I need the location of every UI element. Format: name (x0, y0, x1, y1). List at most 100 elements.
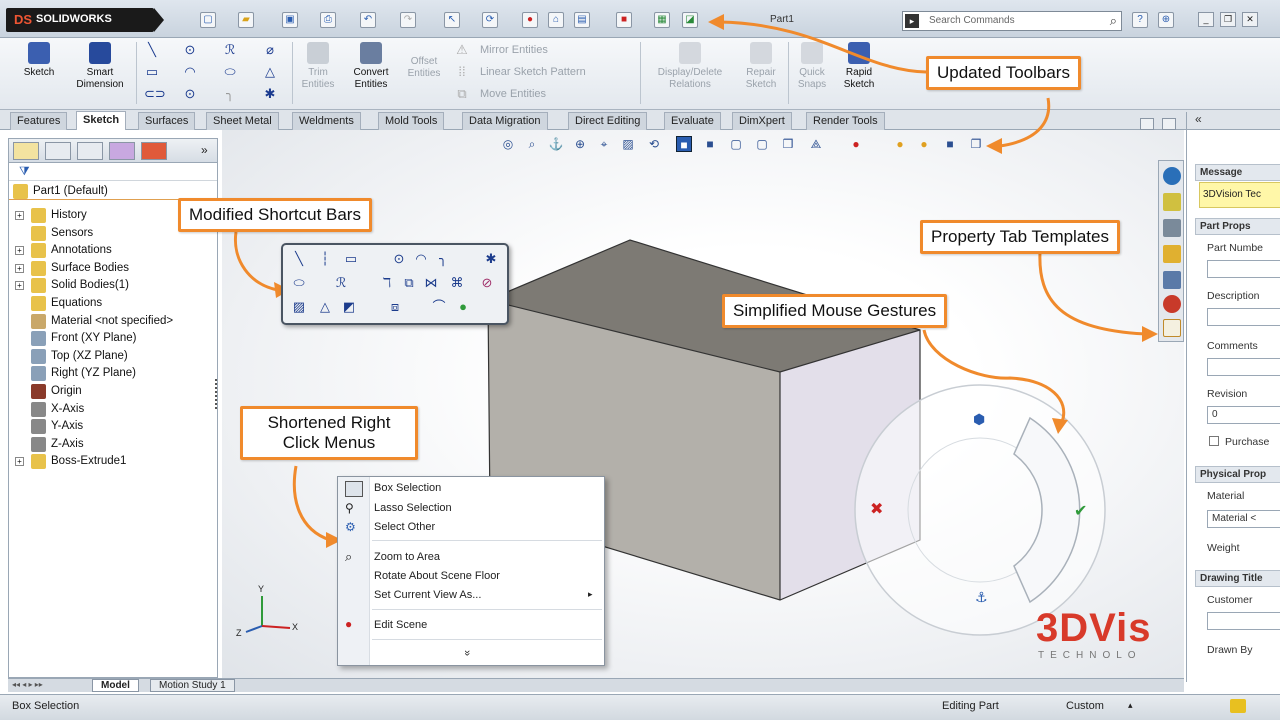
polygon-icon[interactable]: △ (317, 299, 333, 315)
tab-motion-study[interactable]: Motion Study 1 (150, 679, 235, 692)
viewport-close-icon[interactable] (1162, 118, 1176, 130)
dimxpertmanager-tab-icon[interactable] (109, 142, 135, 160)
view-cube-icon[interactable]: ⬢ (973, 412, 985, 428)
purchased-label: Purchase (1225, 436, 1270, 448)
design-library-icon[interactable] (1163, 193, 1181, 211)
arrow-updated-toolbars-2 (999, 97, 1051, 148)
rotate-icon[interactable]: ⟲ (646, 136, 662, 152)
centerline-icon[interactable]: ┆ (317, 251, 333, 267)
menu-item-zoom-to-area[interactable]: Zoom to Area (374, 551, 440, 563)
part-props-header: Part Props (1195, 218, 1280, 235)
view-palette-icon[interactable] (1163, 271, 1181, 289)
scene-icon[interactable]: ● (892, 136, 908, 152)
expand-icon[interactable]: + (15, 263, 24, 273)
status-mode: Editing Part (942, 700, 999, 712)
menu-item-set-current-view[interactable]: Set Current View As... (374, 589, 481, 601)
circle-icon[interactable]: ⊙ (391, 251, 407, 267)
expand-icon[interactable]: + (15, 246, 24, 256)
description-field[interactable] (1207, 308, 1280, 326)
filter-row[interactable]: ⧩ (9, 163, 217, 181)
viewport-restore-icon[interactable] (1140, 118, 1154, 130)
propertymanager-tab-icon[interactable] (45, 142, 71, 160)
origin-icon (31, 384, 46, 399)
realview-icon[interactable]: ● (916, 136, 932, 152)
spline-icon[interactable]: ℛ (333, 275, 349, 291)
convert-icon[interactable]: ⧉ (401, 275, 417, 291)
display-style-icon[interactable]: ❒ (780, 136, 796, 152)
zoom-icon[interactable]: ⌖ (596, 136, 612, 152)
view-orientation-icon[interactable]: ▨ (620, 136, 636, 152)
appearances-icon[interactable] (1163, 295, 1181, 313)
point-icon[interactable]: ✱ (483, 251, 499, 267)
sketch-picture-icon[interactable]: ▨ (291, 299, 307, 315)
shaded-edges-icon[interactable]: ■ (676, 136, 692, 152)
cancel-x-icon[interactable]: ✖ (870, 499, 883, 518)
smart-dim-icon[interactable]: ◩ (341, 299, 357, 315)
slot-icon[interactable]: ⬭ (291, 275, 307, 291)
menu-item-edit-scene[interactable]: Edit Scene (374, 619, 427, 631)
menu-item-select-other[interactable]: Select Other (374, 521, 435, 533)
tangent-arc-icon[interactable]: ╮ (435, 251, 451, 267)
expand-icon[interactable]: + (15, 211, 24, 220)
tab-model[interactable]: Model (92, 679, 139, 692)
hidden-lines-icon[interactable]: ▢ (728, 136, 744, 152)
pattern-icon[interactable]: ⌘ (449, 275, 465, 291)
units-selector[interactable]: Custom (1066, 700, 1104, 712)
material-select[interactable]: Material < (1207, 510, 1280, 528)
customer-field[interactable] (1207, 612, 1280, 630)
appearance-icon[interactable]: ● (848, 136, 864, 152)
comments-field[interactable] (1207, 358, 1280, 376)
line-icon[interactable]: ╲ (291, 251, 307, 267)
section-view-icon[interactable]: ⊕ (572, 136, 588, 152)
trim-icon[interactable]: ℸ (379, 275, 395, 291)
triad-x-label: X (292, 622, 299, 632)
shadows-icon[interactable]: ■ (942, 136, 958, 152)
menu-item-rotate-scene-floor[interactable]: Rotate About Scene Floor (374, 570, 500, 582)
shaded-icon[interactable]: ■ (702, 136, 718, 152)
mirror-icon[interactable]: ⋈ (423, 275, 439, 291)
expand-tabs-icon[interactable]: » (201, 143, 208, 157)
custom-properties-icon[interactable] (1163, 319, 1181, 337)
configurationmanager-tab-icon[interactable] (77, 142, 103, 160)
relations-icon[interactable]: ⊘ (479, 275, 495, 291)
expand-icon[interactable]: + (15, 457, 24, 467)
tree-item-label: Z-Axis (51, 437, 84, 450)
revision-field[interactable]: 0 (1207, 406, 1280, 424)
menu-item-lasso-selection[interactable]: Lasso Selection (374, 502, 452, 514)
wireframe-icon[interactable]: ▢ (754, 136, 770, 152)
zoom-to-area-icon[interactable]: ⌕ (524, 136, 540, 152)
plane-icon (31, 366, 46, 382)
model-tabs-bar: ◂◂ ◂ ▸ ▸▸ Model Motion Study 1 (8, 678, 1184, 692)
collapse-icon[interactable]: « (1195, 112, 1202, 126)
filter-icon[interactable]: ⧩ (19, 164, 30, 179)
tab-scroll-icons[interactable]: ◂◂ ◂ ▸ ▸▸ (12, 680, 43, 689)
display-relations-icon[interactable]: ⧈ (387, 299, 403, 315)
appearance-icon[interactable]: ● (455, 299, 471, 315)
arc-alt-icon[interactable]: ⌒ (431, 299, 447, 315)
featuremanager-tab-icon[interactable] (13, 142, 39, 160)
rebuild-status-icon[interactable] (1230, 699, 1246, 713)
previous-view-icon[interactable]: ⚓ (548, 136, 564, 152)
watermark-text: 3DVis (1036, 606, 1152, 650)
annotation-icon (31, 243, 46, 259)
zoom-to-fit-icon[interactable]: ◎ (500, 136, 516, 152)
panel-splitter[interactable] (215, 379, 219, 409)
hide-show-icon[interactable]: ⟁ (808, 136, 824, 152)
menu-separator (372, 609, 602, 610)
expand-icon[interactable]: + (15, 281, 24, 291)
check-icon[interactable]: ✔ (1074, 501, 1087, 520)
expand-menu-icon[interactable]: » (461, 650, 473, 656)
file-explorer-icon[interactable] (1163, 219, 1181, 237)
search-pane-icon[interactable] (1163, 245, 1181, 263)
ambient-occlusion-icon[interactable]: ❐ (968, 136, 984, 152)
purchased-checkbox[interactable] (1209, 436, 1219, 446)
units-dropdown-icon[interactable]: ▴ (1128, 700, 1133, 711)
part-number-field[interactable] (1207, 260, 1280, 278)
anchor-icon[interactable]: ⚓ (975, 590, 988, 606)
solidworks-resources-icon[interactable] (1163, 167, 1181, 185)
rectangle-icon[interactable]: ▭ (343, 251, 359, 267)
displaymanager-tab-icon[interactable] (141, 142, 167, 160)
equation-icon (31, 296, 46, 311)
menu-item-box-selection[interactable]: Box Selection (374, 482, 441, 494)
arc-icon[interactable]: ◠ (413, 251, 429, 267)
